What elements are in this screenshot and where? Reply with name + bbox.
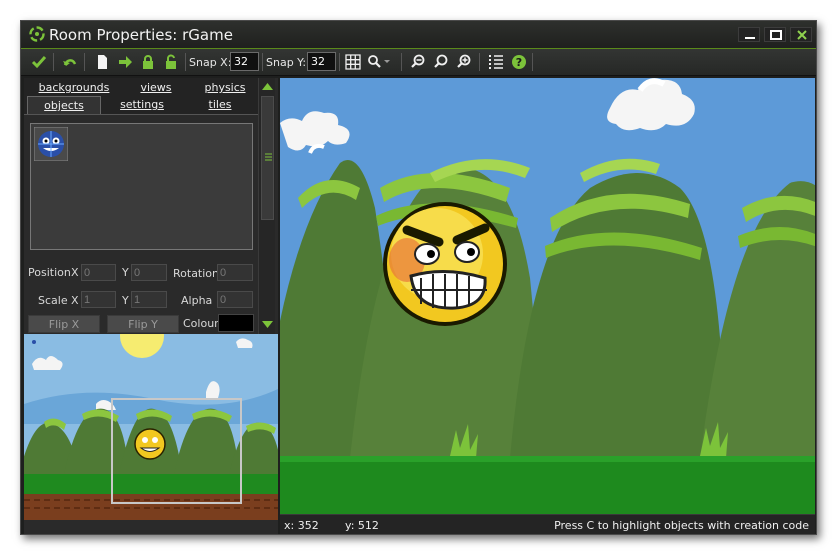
shift-button[interactable]: [115, 52, 135, 72]
scroll-up-icon[interactable]: [261, 81, 274, 91]
tab-bar: backgrounds views physics objects settin…: [24, 78, 262, 115]
rotation-label: Rotation: [173, 267, 220, 280]
zoom-dropdown-icon: [368, 55, 390, 68]
grip-icon: [265, 153, 272, 161]
scroll-down-icon[interactable]: [261, 320, 274, 330]
room-scene: [280, 78, 815, 514]
room-minimap[interactable]: [24, 334, 278, 520]
scrollbar-thumb[interactable]: [261, 96, 274, 220]
toolbar-separator: [339, 53, 340, 71]
snap-x-input[interactable]: [230, 52, 259, 71]
minimap-footer: [24, 520, 278, 534]
lock-icon: [143, 55, 153, 69]
snap-x-label: Snap X:: [189, 56, 232, 69]
position-y-label: Y: [122, 266, 129, 279]
room-properties-window: Room Properties: rGame Snap X: 32 Snap Y…: [20, 20, 817, 535]
snap-y-input[interactable]: [307, 52, 336, 71]
zoom-out-button[interactable]: [408, 52, 428, 72]
view-region-rect[interactable]: [111, 398, 242, 504]
tab-views[interactable]: views: [121, 79, 191, 97]
unlock-button[interactable]: [161, 52, 181, 72]
help-button[interactable]: ?: [509, 52, 529, 72]
toolbar-separator: [401, 53, 402, 71]
minimize-icon: [745, 37, 755, 39]
colour-swatch[interactable]: [218, 314, 254, 332]
position-y-input[interactable]: [131, 264, 167, 281]
instance-list-button[interactable]: [486, 52, 506, 72]
colour-label: Colour: [183, 317, 219, 330]
close-button[interactable]: [790, 27, 812, 42]
tab-backgrounds[interactable]: backgrounds: [27, 79, 121, 97]
tab-objects[interactable]: objects: [27, 96, 101, 114]
window-title: Room Properties: rGame: [49, 26, 233, 44]
toolbar-separator: [479, 53, 480, 71]
rotation-input[interactable]: [217, 264, 253, 281]
grid-icon: [345, 54, 361, 70]
arrow-right-icon: [119, 56, 132, 68]
left-pane: backgrounds views physics objects settin…: [24, 78, 278, 334]
unlock-icon: [166, 54, 176, 69]
room-editor-canvas[interactable]: [280, 78, 815, 514]
zoom-in-button[interactable]: [454, 52, 474, 72]
flip-y-button[interactable]: Flip Y: [107, 315, 179, 333]
ok-button[interactable]: [29, 52, 49, 72]
position-label: Position: [28, 266, 71, 279]
toolbar: Snap X: Snap Y: ?: [21, 49, 816, 76]
zoom-reset-button[interactable]: [431, 52, 451, 72]
tab-physics[interactable]: physics: [191, 79, 259, 97]
object-thumbnail-icon[interactable]: [34, 127, 68, 161]
grid-toggle-button[interactable]: [343, 52, 363, 72]
zoom-out-icon: [411, 54, 425, 68]
alpha-label: Alpha: [181, 294, 213, 307]
snap-y-label: Snap Y:: [266, 56, 307, 69]
alpha-input[interactable]: [217, 291, 253, 308]
svg-text:?: ?: [516, 56, 522, 69]
left-pane-scrollbar[interactable]: [258, 78, 275, 334]
minimize-button[interactable]: [738, 27, 760, 42]
maximize-button[interactable]: [764, 27, 786, 42]
close-icon: [797, 30, 807, 40]
status-x: x: 352: [284, 519, 319, 532]
scale-y-label: Y: [122, 294, 129, 307]
toolbar-separator: [185, 53, 186, 71]
toolbar-separator: [53, 53, 54, 71]
undo-button[interactable]: [60, 52, 80, 72]
undo-icon: [63, 59, 77, 66]
status-y: y: 512: [345, 519, 379, 532]
toolbar-separator: [532, 53, 533, 71]
scale-x-label: X: [71, 294, 79, 307]
toolbar-separator: [84, 53, 85, 71]
new-icon: [98, 55, 107, 69]
zoom-dropdown-button[interactable]: [365, 52, 390, 72]
new-button[interactable]: [92, 52, 112, 72]
list-icon: [489, 55, 503, 69]
maximize-icon: [770, 30, 782, 40]
tab-settings[interactable]: settings: [103, 96, 181, 114]
flip-x-button[interactable]: Flip X: [28, 315, 100, 333]
toolbar-separator: [262, 53, 263, 71]
zoom-in-icon: [457, 54, 471, 68]
status-bar: x: 352 y: 512 Press C to highlight objec…: [280, 514, 815, 534]
title-bar[interactable]: Room Properties: rGame: [21, 21, 816, 49]
lock-button[interactable]: [138, 52, 158, 72]
tab-tiles[interactable]: tiles: [181, 96, 259, 114]
object-palette[interactable]: [30, 123, 253, 250]
scale-label: Scale: [38, 294, 68, 307]
app-logo-icon: [29, 26, 45, 42]
position-x-input[interactable]: [81, 264, 116, 281]
scale-y-input[interactable]: [131, 291, 167, 308]
help-icon: ?: [512, 55, 526, 69]
position-x-label: X: [71, 266, 79, 279]
status-hint: Press C to highlight objects with creati…: [554, 519, 809, 532]
scale-x-input[interactable]: [81, 291, 116, 308]
check-icon: [31, 56, 47, 69]
zoom-reset-icon: [434, 54, 448, 68]
